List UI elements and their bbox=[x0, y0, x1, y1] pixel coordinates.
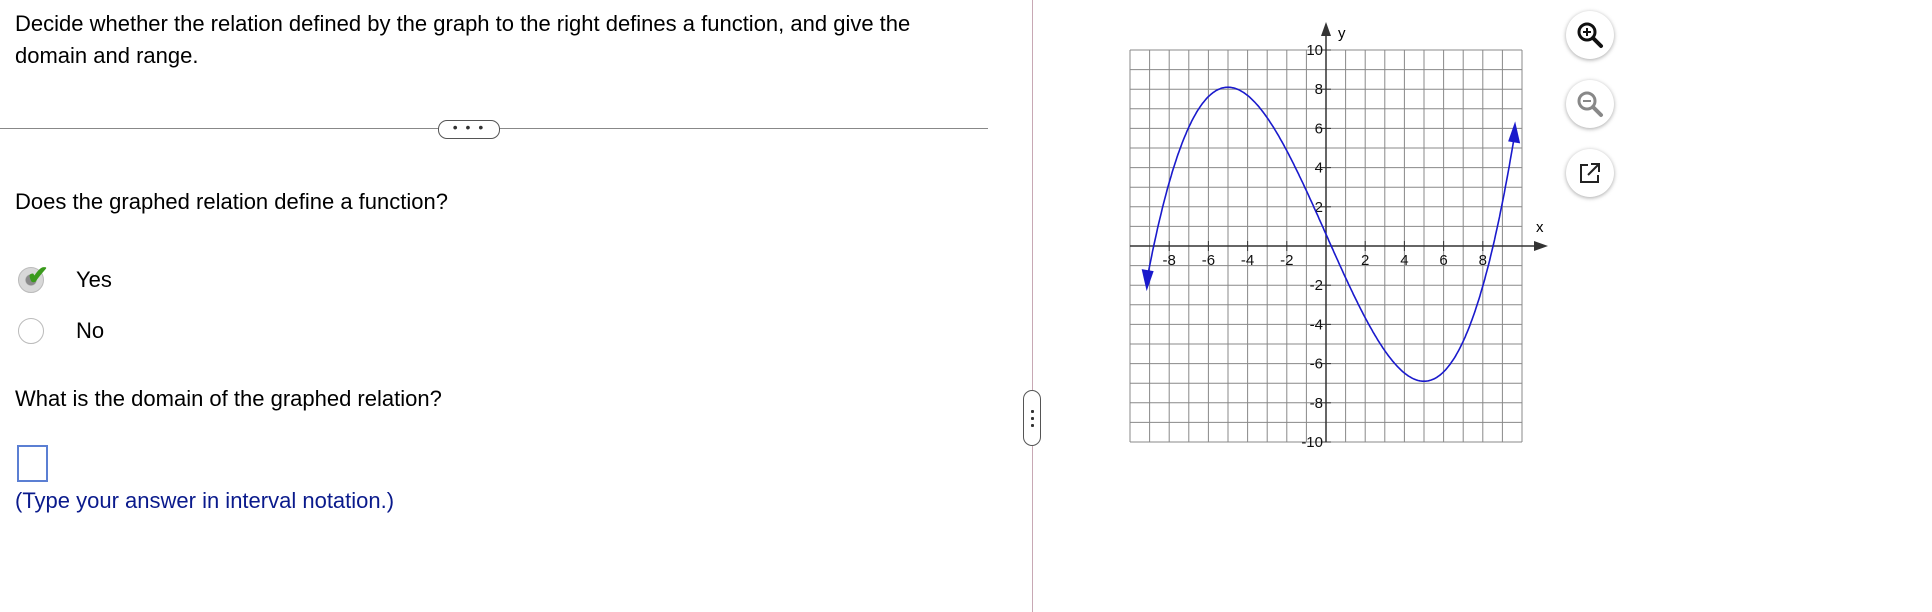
y-axis-label: y bbox=[1338, 25, 1346, 42]
x-axis-arrow bbox=[1534, 241, 1548, 251]
y-tick-label: -4 bbox=[1310, 316, 1323, 333]
yes-radio[interactable]: ✔ bbox=[18, 260, 49, 293]
graph-axes bbox=[1130, 22, 1548, 442]
y-tick-label: 4 bbox=[1315, 160, 1323, 177]
x-tick-label: -4 bbox=[1241, 252, 1254, 269]
option-no-label: No bbox=[76, 318, 105, 343]
no-radio[interactable] bbox=[18, 318, 44, 344]
zoom-in-icon bbox=[1577, 22, 1603, 48]
x-tick-label: 6 bbox=[1439, 252, 1447, 269]
x-tick-label: -8 bbox=[1163, 252, 1176, 269]
show-more-button[interactable]: • • • bbox=[438, 120, 500, 139]
y-tick-label: -8 bbox=[1310, 395, 1323, 412]
y-tick-label: 10 bbox=[1306, 42, 1323, 59]
graph-curve bbox=[1146, 86, 1515, 382]
x-tick-label: 4 bbox=[1400, 252, 1408, 269]
y-tick-label: -6 bbox=[1310, 356, 1323, 373]
domain-answer-input[interactable] bbox=[17, 445, 48, 482]
zoom-out-button[interactable] bbox=[1566, 80, 1614, 128]
answer-hint: (Type your answer in interval notation.) bbox=[15, 488, 395, 513]
zoom-out-icon bbox=[1577, 91, 1603, 117]
x-tick-label: -2 bbox=[1280, 252, 1293, 269]
open-external-icon bbox=[1580, 163, 1600, 183]
open-external-button[interactable] bbox=[1566, 149, 1614, 197]
x-tick-label: 2 bbox=[1361, 252, 1369, 269]
domain-question: What is the domain of the graphed relati… bbox=[15, 386, 442, 411]
y-tick-label: 8 bbox=[1315, 81, 1323, 98]
x-tick-label: 8 bbox=[1479, 252, 1487, 269]
function-question: Does the graphed relation define a funct… bbox=[15, 189, 448, 214]
option-yes[interactable]: ✔ Yes bbox=[18, 260, 112, 297]
zoom-in-button[interactable] bbox=[1566, 11, 1614, 59]
y-axis-arrow bbox=[1321, 22, 1331, 36]
option-yes-label: Yes bbox=[76, 267, 112, 292]
correct-check-icon: ✔ bbox=[27, 260, 49, 290]
x-axis-label: x bbox=[1536, 219, 1544, 236]
y-tick-label: -10 bbox=[1301, 434, 1323, 450]
x-tick-label: -6 bbox=[1202, 252, 1215, 269]
pane-divider bbox=[1032, 0, 1033, 612]
curve-end-arrow bbox=[1141, 269, 1154, 292]
curve-end-arrow bbox=[1508, 121, 1521, 144]
y-tick-label: -2 bbox=[1310, 277, 1323, 294]
question-prompt: Decide whether the relation defined by t… bbox=[15, 11, 911, 68]
divider-handle[interactable] bbox=[1023, 390, 1041, 446]
y-tick-label: 6 bbox=[1315, 120, 1323, 137]
option-no[interactable]: No bbox=[18, 314, 104, 348]
function-graph: -8 -6 -4 -2 2 4 6 8108642-2-4-6-8-10 x y bbox=[1129, 22, 1548, 450]
